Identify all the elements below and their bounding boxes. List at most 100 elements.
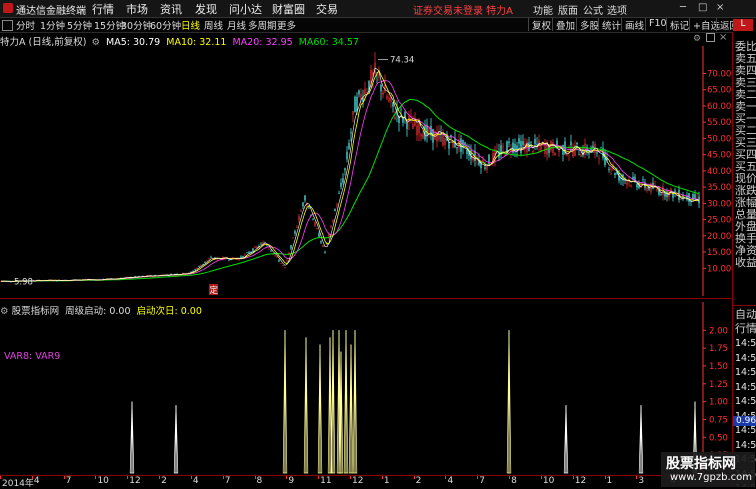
date-tick — [350, 476, 351, 479]
date-label: 7 — [65, 476, 72, 486]
biaoji-button[interactable]: 标记 — [666, 18, 689, 32]
indicator-settings-icon[interactable]: ⚙ — [0, 306, 9, 317]
tf-5min[interactable]: 5分钟 — [67, 18, 92, 32]
candle-body — [424, 125, 426, 140]
date-tick — [190, 476, 192, 479]
date-tick — [381, 476, 383, 479]
tf-multi[interactable]: 多周期 — [248, 18, 277, 32]
candles-group — [0, 52, 700, 283]
date-label: 12 — [352, 476, 364, 486]
menu-gongneng[interactable]: 功能 — [533, 2, 553, 17]
date-tick — [413, 476, 415, 479]
maximize-chart-icon[interactable] — [706, 33, 715, 42]
candle-body — [294, 231, 296, 234]
candle-body — [626, 181, 628, 185]
close-chart-icon[interactable]: × — [719, 32, 727, 43]
menu-gongshi[interactable]: 公式 — [583, 2, 603, 17]
candle-body — [578, 154, 580, 156]
tf-60min[interactable]: 60分钟 — [150, 18, 181, 32]
tf-fenshi[interactable]: 分时 — [16, 18, 35, 32]
tf-more[interactable]: 更多 — [277, 18, 296, 32]
tf-monthly[interactable]: 月线 — [227, 18, 246, 32]
market-label: 行情 — [735, 322, 756, 335]
candle-body — [536, 144, 538, 146]
duogu-button[interactable]: 多股 — [576, 18, 599, 32]
date-tick — [477, 476, 479, 479]
date-tick — [222, 476, 224, 479]
candle-body — [514, 144, 516, 151]
candle-body — [296, 226, 298, 228]
menu-zixun[interactable]: 资讯 — [160, 1, 182, 17]
candle-body — [554, 152, 556, 156]
candle-body — [532, 150, 534, 153]
ma5-line — [1, 67, 700, 283]
menu-banmian[interactable]: 版面 — [558, 2, 578, 17]
candle-body — [580, 154, 582, 157]
candle-body — [630, 184, 632, 186]
price-tick-label: 35.00 — [707, 183, 731, 193]
indicator-name[interactable]: 股票指标网 — [12, 306, 60, 317]
close-button[interactable]: × — [716, 2, 724, 13]
candle-body — [466, 150, 468, 154]
candle-body — [284, 267, 286, 269]
date-label: 7 — [479, 476, 485, 486]
candle-body — [608, 169, 610, 170]
maximize-button[interactable]: □ — [698, 2, 707, 13]
tf-1min[interactable]: 1分钟 — [40, 18, 65, 32]
panel-divider — [0, 298, 731, 299]
candle-body — [330, 225, 332, 227]
menu-jiaoyi[interactable]: 交易 — [316, 1, 338, 17]
candle-body — [246, 252, 248, 254]
candle-body — [518, 138, 520, 144]
candlestick-chart[interactable]: 70.00 65.00 60.00 55.00 50.00 45.00 40.00 35.00… — [0, 46, 731, 296]
candle-body — [334, 209, 336, 212]
date-label: 4 — [447, 476, 454, 486]
price-tick-label: 45.00 — [707, 151, 731, 161]
fuquan-button[interactable]: 复权 — [528, 18, 551, 32]
tf-weekly[interactable]: 周线 — [204, 18, 223, 32]
candle-body — [354, 96, 356, 113]
candle-body — [534, 139, 536, 145]
minimize-button[interactable]: ─ — [680, 2, 686, 13]
login-notice[interactable]: 证券交易未登录 特力A — [413, 2, 513, 17]
candle-body — [570, 141, 572, 146]
date-tick — [636, 476, 638, 479]
candle-body — [206, 260, 208, 262]
candle-body — [364, 88, 366, 96]
panel-header-badge[interactable]: L — [733, 19, 753, 31]
tongji-button[interactable]: 统计 — [598, 18, 621, 32]
date-label: 3 — [638, 476, 645, 486]
candle-body — [260, 243, 262, 245]
candle-body — [298, 216, 300, 221]
candle-body — [208, 258, 210, 260]
huaxian-button[interactable]: 画线 — [621, 18, 644, 32]
indicator-tick-label: 2.00 — [709, 326, 728, 336]
layout-icon[interactable] — [2, 20, 13, 31]
diejia-button[interactable]: 叠加 — [552, 18, 575, 32]
tick-time: 14:5 — [735, 439, 756, 451]
f10-button[interactable]: F10 — [645, 18, 667, 31]
ma-info-line: 特力A (日线,前复权) ⚙ MA5: 30.79 MA10: 32.11 MA… — [0, 34, 359, 48]
tf-daily[interactable]: 日线 — [181, 18, 200, 32]
menu-wenxiaoda[interactable]: 问小达 — [229, 1, 262, 17]
date-label: 11 — [320, 476, 332, 486]
config-icon[interactable]: ⚙ — [693, 34, 701, 44]
ma60-line — [1, 98, 700, 282]
candle-body — [320, 241, 322, 243]
candle-body — [482, 159, 484, 162]
var-label: VAR8: VAR9 — [4, 351, 61, 362]
menu-shichang[interactable]: 市场 — [126, 1, 148, 17]
menu-xuanxiang[interactable]: 选项 — [607, 2, 627, 17]
indicator-chart[interactable]: 2.001.751.501.251.000.750.500.25 — [0, 302, 731, 475]
menu-faxian[interactable]: 发现 — [195, 1, 217, 17]
tf-30min[interactable]: 30分钟 — [121, 18, 152, 32]
menu-hangqing[interactable]: 行情 — [92, 1, 114, 17]
low-price-label: 5.98 — [14, 277, 33, 287]
candle-body — [584, 143, 586, 155]
date-tick — [0, 476, 1, 479]
menu-caifuquan[interactable]: 财富圈 — [272, 1, 305, 17]
candle-body — [660, 194, 662, 196]
candle-body — [392, 102, 394, 107]
candle-body — [358, 90, 360, 95]
indicator-tick-label: 1.00 — [709, 398, 728, 408]
